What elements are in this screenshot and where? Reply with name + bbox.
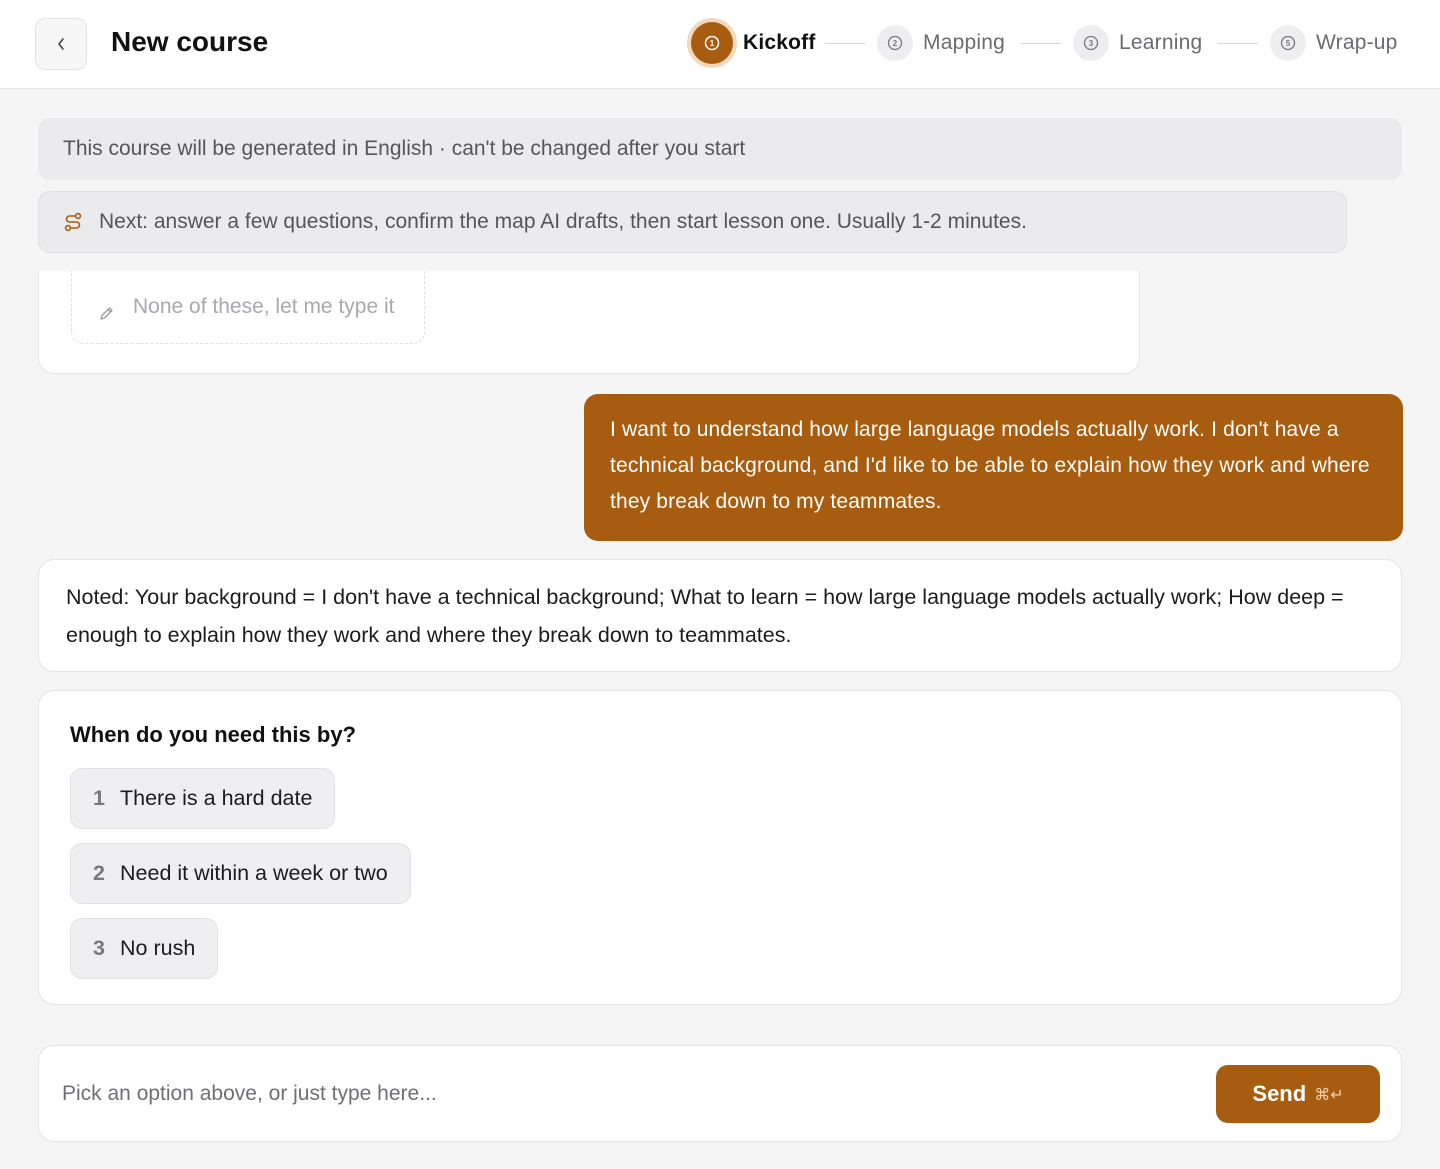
route-icon	[64, 212, 82, 232]
option-label: There is a hard date	[120, 786, 313, 810]
next-steps-hint: Next: answer a few questions, confirm th…	[38, 191, 1347, 253]
svg-text:5: 5	[1286, 39, 1291, 48]
language-notice-text: This course will be generated in English…	[63, 137, 746, 160]
option-label: Need it within a week or two	[120, 861, 388, 885]
svg-text:1: 1	[710, 39, 715, 48]
answer-option-hard-date[interactable]: 1 There is a hard date	[70, 768, 336, 829]
type-own-answer-label: None of these, let me type it	[133, 295, 395, 318]
option-number: 3	[93, 936, 105, 960]
question-card: When do you need this by? 1 There is a h…	[38, 690, 1402, 1005]
svg-text:2: 2	[893, 39, 898, 48]
user-message: I want to understand how large language …	[584, 394, 1403, 541]
send-shortcut-hint: ⌘↵	[1314, 1084, 1344, 1104]
step-number-badge: 2	[877, 25, 913, 61]
progress-stepper: 1 Kickoff 2 Mapping 3 Learning 5 Wrap-up	[0, 22, 1440, 64]
step-learning[interactable]: 3 Learning	[1073, 22, 1202, 64]
language-notice-banner: This course will be generated in English…	[38, 118, 1402, 180]
svg-text:3: 3	[1089, 39, 1094, 48]
type-own-answer-option[interactable]: None of these, let me type it	[71, 271, 425, 344]
answer-option-no-rush[interactable]: 3 No rush	[70, 918, 219, 979]
send-label: Send	[1252, 1081, 1307, 1106]
message-composer: Send ⌘↵	[38, 1045, 1402, 1142]
step-kickoff[interactable]: 1 Kickoff	[691, 22, 816, 64]
message-input[interactable]	[62, 1074, 1182, 1114]
send-button[interactable]: Send ⌘↵	[1216, 1065, 1380, 1123]
step-number-icon: 2	[887, 35, 903, 51]
step-wrap-up[interactable]: 5 Wrap-up	[1270, 22, 1398, 64]
step-number-icon: 5	[1280, 35, 1296, 51]
step-connector	[1218, 43, 1258, 44]
step-mapping[interactable]: 2 Mapping	[877, 22, 1005, 64]
step-number-icon: 1	[704, 35, 720, 51]
assistant-summary-text: Noted: Your background = I don't have a …	[66, 585, 1344, 647]
assistant-summary-message: Noted: Your background = I don't have a …	[38, 559, 1402, 672]
step-number-icon: 3	[1083, 35, 1099, 51]
option-number: 2	[93, 861, 105, 885]
step-label: Wrap-up	[1316, 31, 1398, 54]
previous-question-card: None of these, let me type it	[38, 271, 1140, 374]
step-number-badge: 5	[1270, 25, 1306, 61]
step-connector	[825, 43, 865, 44]
step-label: Mapping	[923, 31, 1005, 54]
step-connector	[1021, 43, 1061, 44]
answer-option-week-or-two[interactable]: 2 Need it within a week or two	[70, 843, 411, 904]
app-header: New course 1 Kickoff 2 Mapping 3 Learnin…	[0, 0, 1440, 89]
user-message-text: I want to understand how large language …	[610, 418, 1370, 513]
pencil-icon	[100, 306, 113, 320]
question-title: When do you need this by?	[70, 722, 356, 747]
option-number: 1	[93, 786, 105, 810]
step-label: Kickoff	[743, 31, 816, 54]
next-steps-text: Next: answer a few questions, confirm th…	[99, 210, 1027, 233]
step-label: Learning	[1119, 31, 1203, 54]
step-number-badge: 1	[691, 22, 733, 64]
step-number-badge: 3	[1073, 25, 1109, 61]
option-label: No rush	[120, 936, 196, 960]
